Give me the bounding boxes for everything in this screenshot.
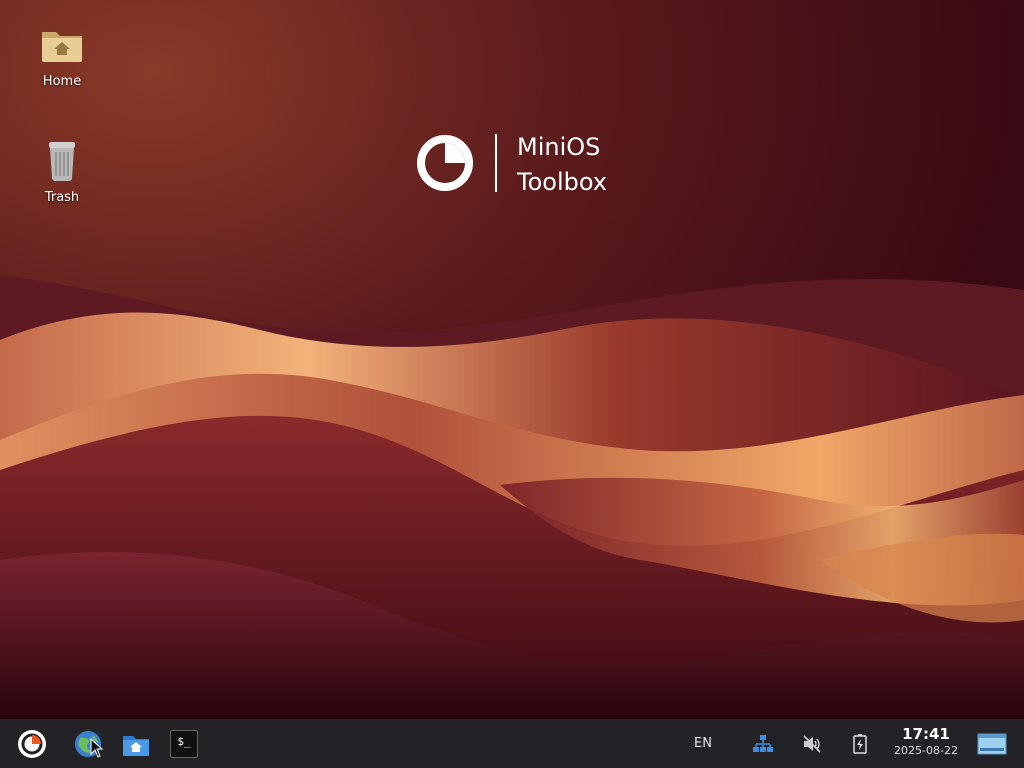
keyboard-layout-indicator[interactable]: EN	[694, 719, 720, 768]
mouse-cursor-icon	[90, 738, 104, 758]
brand-title: MiniOS Toolbox	[517, 130, 607, 200]
minios-branding: MiniOS Toolbox	[416, 130, 636, 196]
clock[interactable]: 17:41 2025-08-22	[888, 725, 964, 759]
minios-logo-icon	[416, 134, 474, 192]
trash-icon	[38, 136, 86, 184]
desktop-icon-trash[interactable]: Trash	[22, 136, 102, 205]
battery-indicator[interactable]	[844, 728, 876, 760]
clock-time: 17:41	[902, 725, 950, 743]
desktop-icon-label: Home	[42, 74, 82, 89]
minios-logo-icon	[18, 730, 46, 758]
terminal-launcher[interactable]: $_	[168, 728, 200, 760]
desktop-wallpaper	[0, 0, 1024, 719]
volume-indicator[interactable]	[796, 728, 828, 760]
desktop-icon-home[interactable]: Home	[22, 20, 102, 89]
show-desktop-button[interactable]	[976, 728, 1008, 760]
file-manager-launcher[interactable]	[120, 728, 152, 760]
network-icon	[753, 735, 773, 752]
clock-date: 2025-08-22	[894, 744, 958, 757]
brand-divider	[495, 134, 497, 192]
desktop-icon-label: Trash	[44, 190, 80, 205]
brand-line-2: Toolbox	[517, 168, 607, 196]
start-menu-button[interactable]	[16, 728, 48, 760]
brand-line-1: MiniOS	[517, 133, 601, 161]
folder-home-icon	[123, 736, 149, 756]
network-indicator[interactable]	[747, 728, 779, 760]
show-desktop-icon	[977, 733, 1007, 755]
home-folder-icon	[38, 20, 86, 68]
battery-charging-icon	[853, 734, 867, 754]
taskbar: $_ EN 17:41 2025-08-22	[0, 719, 1024, 768]
terminal-icon: $_	[170, 730, 198, 758]
dunes-wallpaper-art	[0, 275, 1024, 719]
volume-muted-icon	[803, 735, 821, 753]
